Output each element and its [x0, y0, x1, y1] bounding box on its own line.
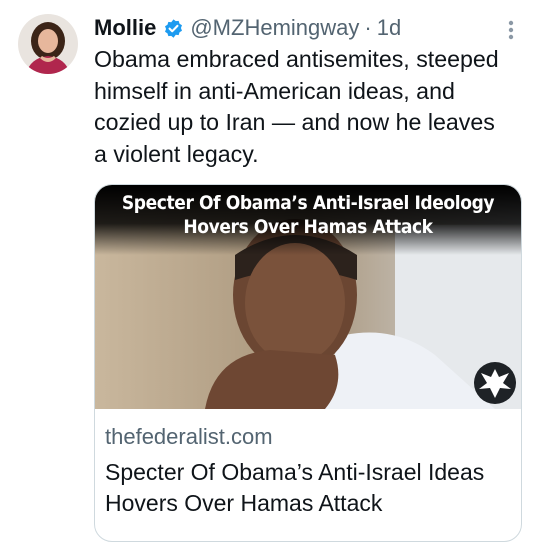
eagle-logo-icon — [473, 361, 517, 405]
tweet-text: Obama embraced antisemites, steeped hims… — [94, 46, 499, 167]
avatar-image — [18, 14, 78, 74]
card-domain[interactable]: thefederalist.com — [105, 423, 511, 451]
image-headline: Specter Of Obama’s Anti-Israel Ideology … — [95, 191, 521, 239]
separator-dot: · — [364, 15, 372, 40]
card-image[interactable]: Specter Of Obama’s Anti-Israel Ideology … — [95, 185, 521, 409]
avatar[interactable] — [18, 14, 78, 74]
image-headline-line-1: Specter Of Obama’s Anti-Israel Ideology — [121, 192, 495, 214]
author-handle[interactable]: @MZHemingway — [190, 15, 359, 41]
verified-badge-icon — [163, 18, 184, 39]
card-title[interactable]: Specter Of Obama’s Anti-Israel Ideas Hov… — [105, 457, 511, 519]
author-name[interactable]: Mollie — [94, 15, 156, 41]
image-headline-line-2: Hovers Over Hamas Attack — [183, 216, 433, 238]
more-vertical-icon[interactable] — [506, 18, 516, 42]
tweet-header: Mollie @MZHemingway · 1d — [94, 12, 500, 44]
tweet-timestamp[interactable]: 1d — [377, 15, 401, 41]
card-meta: thefederalist.com Specter Of Obama’s Ant… — [95, 409, 521, 519]
link-card[interactable]: Specter Of Obama’s Anti-Israel Ideology … — [94, 184, 522, 542]
